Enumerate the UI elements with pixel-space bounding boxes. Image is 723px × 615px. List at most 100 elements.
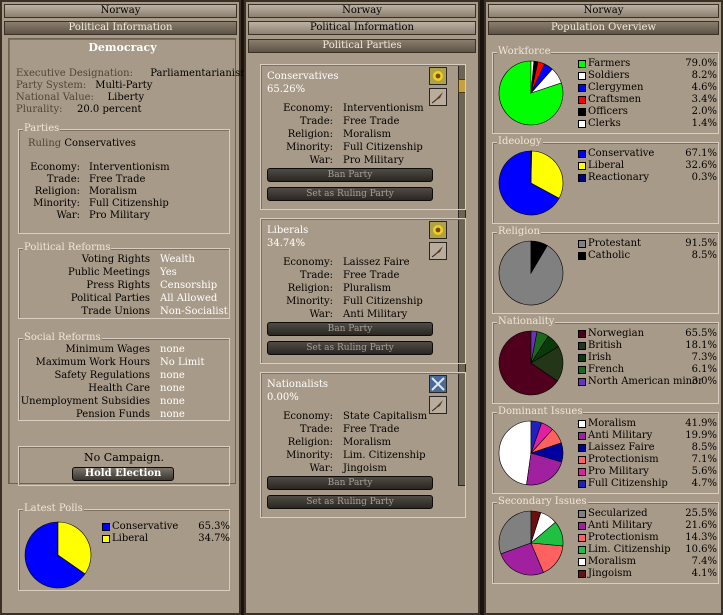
sunflower-icon[interactable] <box>429 221 447 239</box>
social-reform-key: Health Care <box>88 383 150 394</box>
dominant-issues-slice-moralism <box>498 420 532 486</box>
social-reform-key: Pension Funds <box>76 409 150 420</box>
secondary-issues-legend-value: 4.1% <box>691 568 717 579</box>
dominant-issues-legend-value: 7.1% <box>691 454 717 465</box>
legend-swatch <box>578 534 586 542</box>
secondary-issues-legend-value: 25.5% <box>685 508 717 519</box>
party-policy-key: Religion: <box>287 283 333 294</box>
info-key: Executive Designation: <box>16 68 133 79</box>
party-policy-key: War: <box>309 155 333 166</box>
social-reform-value: No Limit <box>160 357 205 368</box>
dominant-issues-legend: Dominant Issues <box>497 406 584 418</box>
ideology-legend-name: Reactionary <box>588 172 650 183</box>
policy-value: Full Citizenship <box>89 198 169 209</box>
workforce-legend-name: Clergymen <box>588 82 644 93</box>
legend-swatch <box>578 330 586 338</box>
ruling-party-name: Conservatives <box>64 138 136 149</box>
ban-party-button[interactable]: Ban Party <box>267 476 433 490</box>
ideology-legend-value: 0.3% <box>691 172 717 183</box>
policy-value: Moralism <box>89 186 138 197</box>
party-policy-key: Economy: <box>283 103 333 114</box>
panel-subtitle: Political Information <box>4 21 237 35</box>
secondary-issues-legend-name: Jingoism <box>588 568 632 579</box>
party-policy-value: Jingoism <box>343 463 387 474</box>
info-key: Plurality: <box>16 104 63 115</box>
party-policy-key: War: <box>309 463 333 474</box>
crossed-swords-icon[interactable] <box>429 375 447 393</box>
nationality-legend-value: 7.3% <box>691 352 717 363</box>
social-reform-value: none <box>160 370 185 381</box>
legend-swatch <box>102 535 110 543</box>
poll-value: 34.7% <box>198 533 230 544</box>
policy-key: Religion: <box>34 186 80 197</box>
ban-party-button[interactable]: Ban Party <box>267 322 433 336</box>
legend-swatch <box>578 420 586 428</box>
reform-value: Non-Socialist <box>160 306 228 317</box>
workforce-legend-name: Officers <box>588 106 628 117</box>
political-parties-header: Political Parties <box>248 39 476 53</box>
party-policy-value: Free Trade <box>343 424 400 435</box>
secondary-issues-legend-name: Lim. Citizenship <box>588 544 671 555</box>
legend-swatch <box>578 570 586 578</box>
latest-polls-pie <box>24 521 92 589</box>
feather-pen-icon[interactable] <box>429 88 447 106</box>
policy-key: Trade: <box>46 174 80 185</box>
dominant-issues-legend-name: Laissez Faire <box>588 442 655 453</box>
campaign-status: No Campaign. <box>84 451 164 464</box>
set-ruling-party-button[interactable]: Set as Ruling Party <box>267 495 433 509</box>
workforce-pie <box>498 60 564 126</box>
party-policy-key: Trade: <box>299 270 333 281</box>
party-share: 65.26% <box>267 84 306 95</box>
ideology-pie <box>498 150 564 216</box>
ideology-legend: Ideology <box>497 136 543 148</box>
religion-legend-value: 91.5% <box>685 238 717 249</box>
legend-swatch <box>578 354 586 362</box>
legend-swatch <box>578 468 586 476</box>
country-banner-right: Norway <box>488 4 719 18</box>
party-policy-value: Interventionism <box>343 103 424 114</box>
reform-key: Political Parties <box>70 293 150 304</box>
hold-election-button[interactable]: Hold Election <box>72 467 174 481</box>
nationality-legend-value: 65.5% <box>685 328 717 339</box>
dominant-issues-legend-name: Full Citizenship <box>588 478 668 489</box>
feather-pen-icon[interactable] <box>429 242 447 260</box>
nationality-legend-name: Irish <box>588 352 612 363</box>
info-value: Multi-Party <box>95 80 153 91</box>
feather-pen-icon[interactable] <box>429 396 447 414</box>
sunflower-icon[interactable] <box>429 67 447 85</box>
workforce-legend-value: 1.4% <box>691 118 717 129</box>
population-overview-panel: Norway Population Overview Workforce Farm… <box>484 0 723 615</box>
dominant-issues-legend-value: 5.6% <box>691 466 717 477</box>
poll-name: Conservative <box>112 521 179 532</box>
party-policy-value: Moralism <box>343 129 392 140</box>
party-share: 0.00% <box>267 392 299 403</box>
set-ruling-party-button[interactable]: Set as Ruling Party <box>267 341 433 355</box>
workforce-legend-value: 79.0% <box>685 58 717 69</box>
dominant-issues-legend-name: Pro Military <box>588 466 649 477</box>
party-policy-key: Religion: <box>287 437 333 448</box>
set-ruling-party-button[interactable]: Set as Ruling Party <box>267 187 433 201</box>
party-policy-value: Lim. Citizenship <box>343 450 426 461</box>
nationality-legend-value: 3.0% <box>691 376 717 387</box>
legend-swatch <box>578 150 586 158</box>
info-key: National Value: <box>16 92 94 103</box>
dominant-issues-legend-name: Protectionism <box>588 454 659 465</box>
ban-party-button[interactable]: Ban Party <box>267 168 433 182</box>
legend-swatch <box>578 522 586 530</box>
party-policy-value: Pro Military <box>343 155 404 166</box>
secondary-issues-legend-value: 10.6% <box>685 544 717 555</box>
party-share: 34.74% <box>267 238 306 249</box>
workforce-legend-name: Farmers <box>588 58 631 69</box>
party-policy-key: War: <box>309 309 333 320</box>
legend-swatch <box>578 240 586 248</box>
party-policy-key: Minority: <box>286 296 333 307</box>
social-reform-value: none <box>160 383 185 394</box>
workforce-legend-name: Clerks <box>588 118 621 129</box>
legend-swatch <box>102 523 110 531</box>
policy-value: Pro Military <box>89 210 150 221</box>
religion-legend: Religion <box>497 226 541 238</box>
legend-swatch <box>578 72 586 80</box>
reform-key: Voting Rights <box>81 254 150 265</box>
party-policy-key: Minority: <box>286 142 333 153</box>
party-policy-value: Pluralism <box>343 283 392 294</box>
